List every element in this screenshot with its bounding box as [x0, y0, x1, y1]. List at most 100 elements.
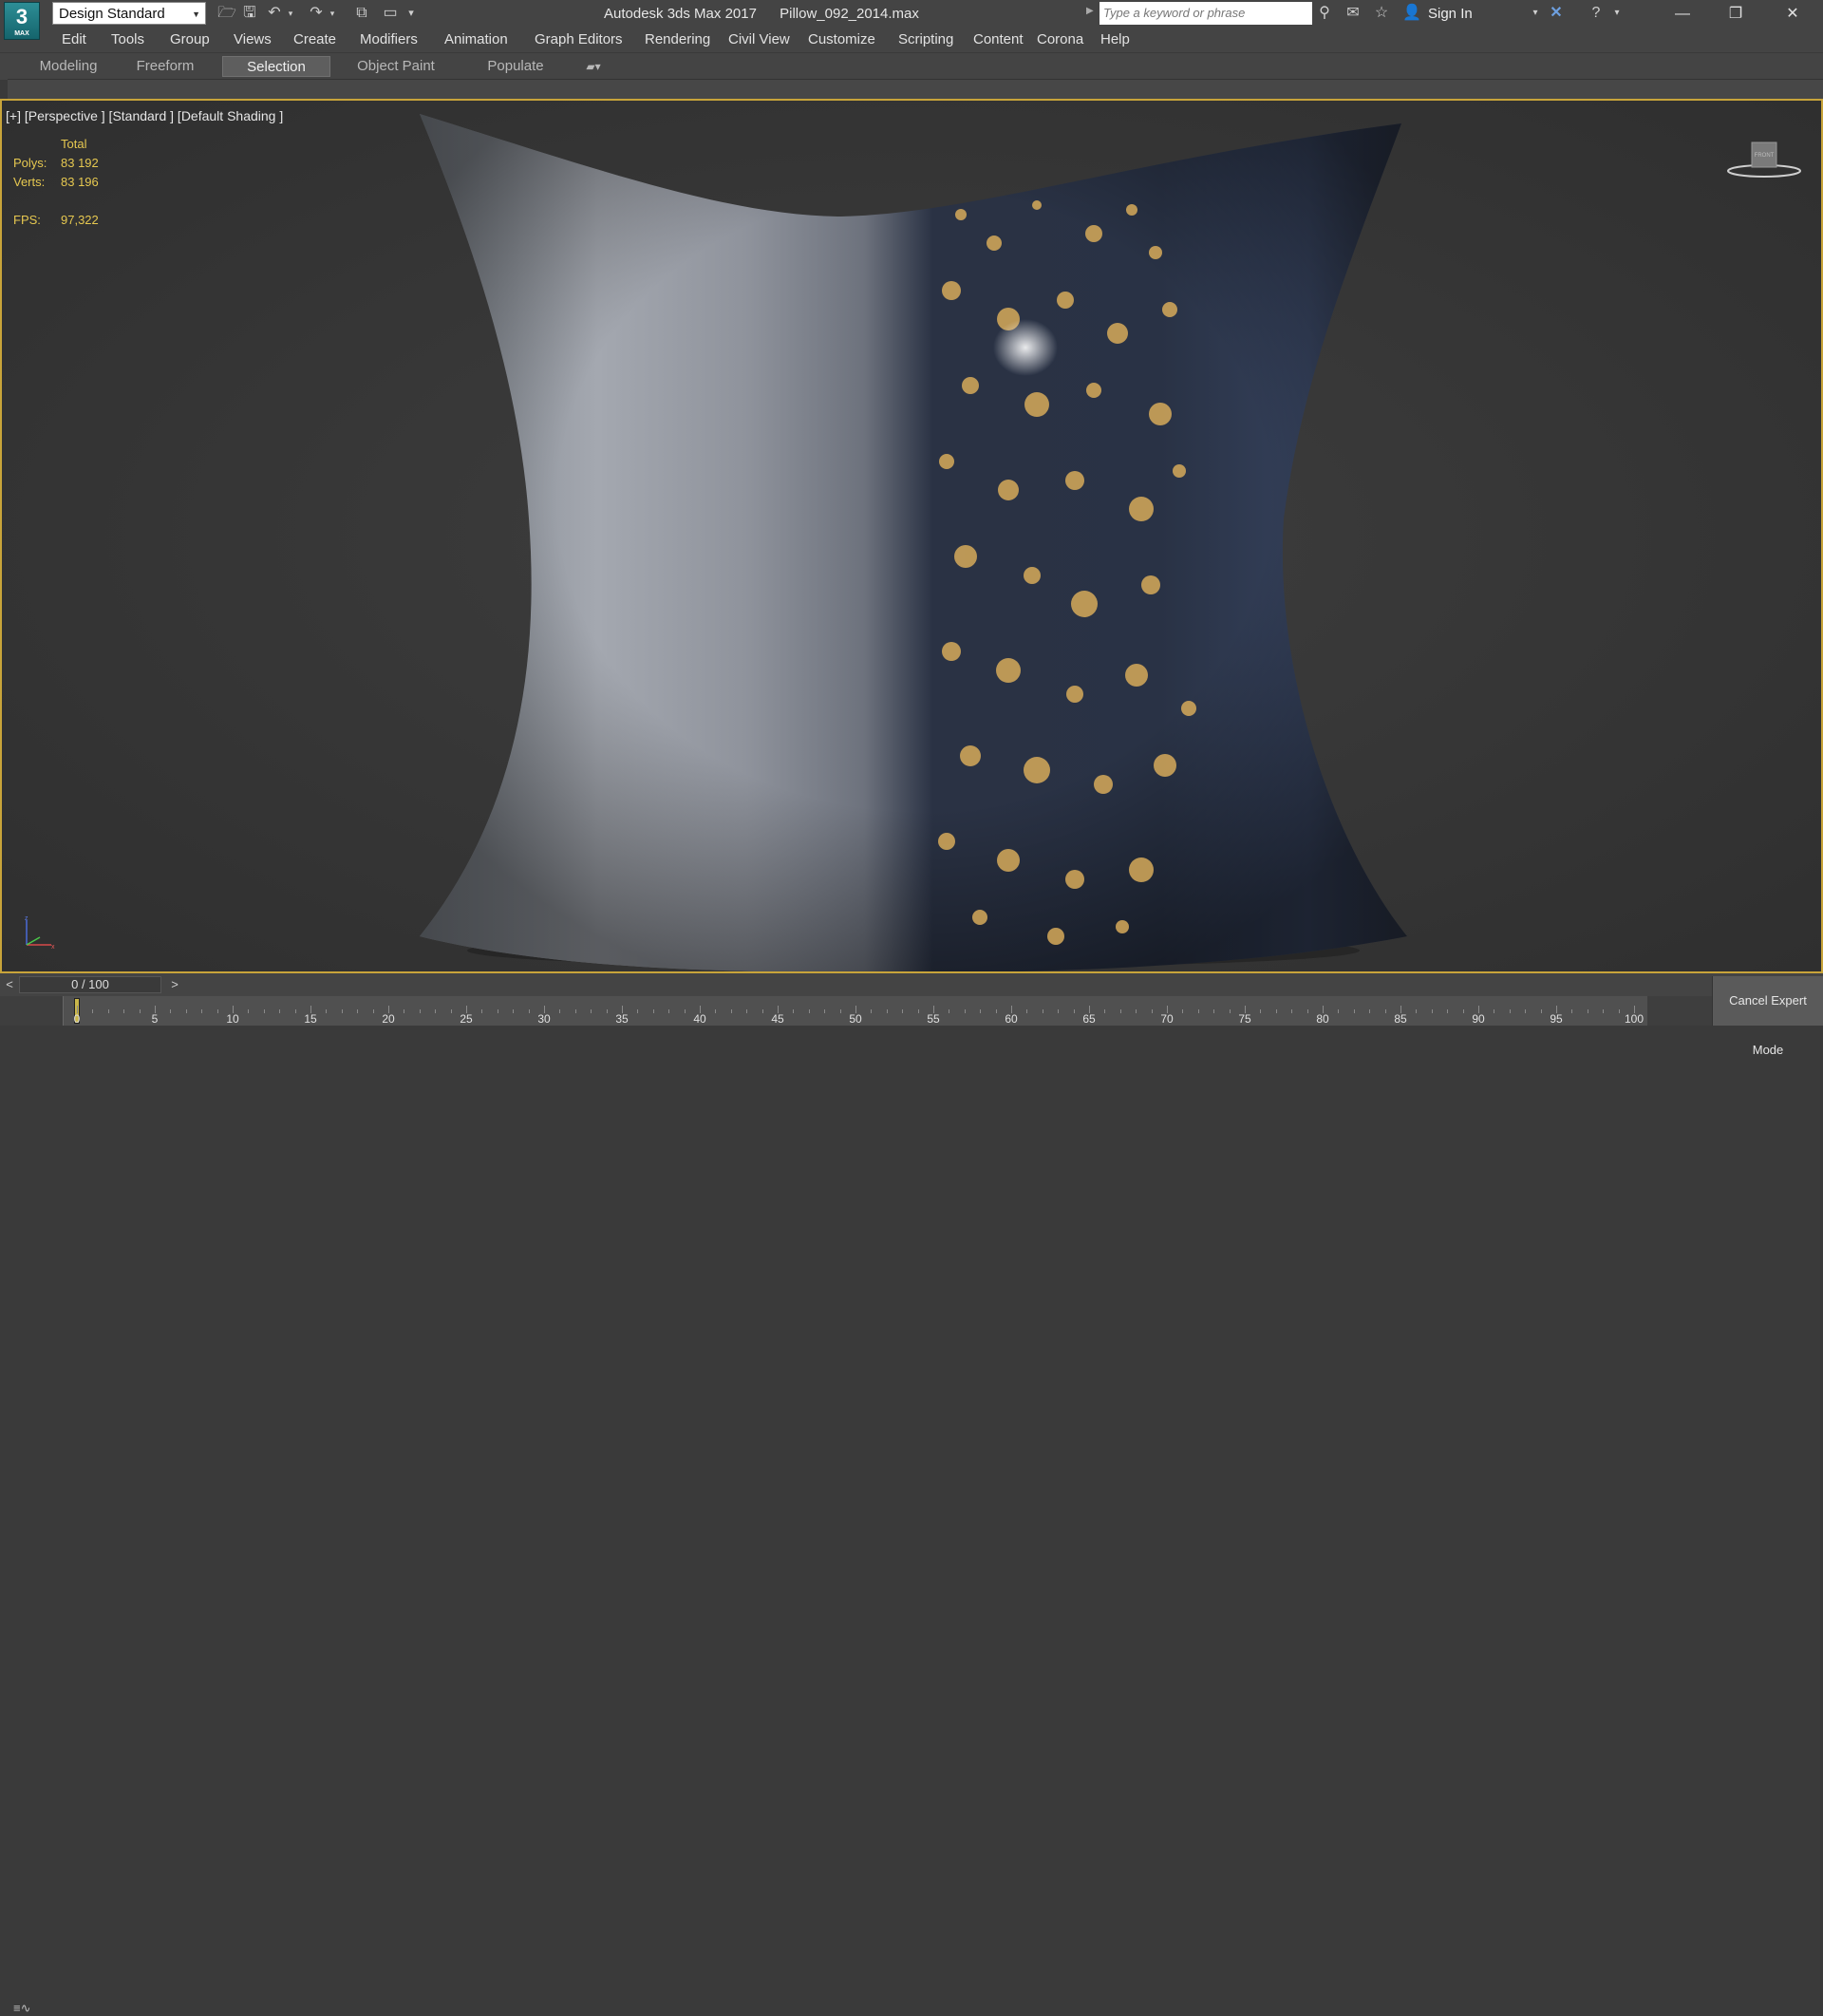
time-slider[interactable]: 0 / 100 — [19, 976, 161, 993]
timeline-tick — [1540, 1009, 1542, 1013]
menu-rendering[interactable]: Rendering — [645, 28, 710, 52]
timeline-tick — [1447, 1009, 1449, 1013]
timeline-ruler[interactable]: 0 5 10 15 20 25 30 35 40 45 50 55 60 65 70 75 80 85 90 95 10… — [63, 996, 1647, 1026]
star-icon[interactable]: ☆ — [1371, 3, 1392, 24]
search-input[interactable]: Type a keyword or phrase — [1099, 2, 1312, 25]
tab-modeling[interactable]: Modeling — [17, 56, 120, 77]
timeline-tick — [357, 1009, 359, 1013]
timeline-tick — [574, 1009, 576, 1013]
menu-customize[interactable]: Customize — [808, 28, 875, 52]
timeline-tick-label: 85 — [1394, 1012, 1407, 1026]
ribbon: Modeling Freeform Selection Object Paint… — [0, 52, 1823, 80]
time-prev-button[interactable]: < — [2, 976, 17, 993]
sign-in-dropdown-icon[interactable]: ▾ — [1525, 3, 1546, 24]
communication-center-icon[interactable]: ✉ — [1343, 3, 1363, 24]
timeline-tick — [1416, 1009, 1418, 1013]
menu-edit[interactable]: Edit — [62, 28, 86, 52]
x-exchange-icon[interactable]: ✕ — [1546, 3, 1567, 24]
viewport-label[interactable]: [+] [Perspective ] [Standard ] [Default … — [6, 108, 283, 123]
open-file-icon[interactable]: 🗁 — [216, 3, 237, 24]
timeline-tick-label: 80 — [1316, 1012, 1329, 1026]
redo-dropdown-icon[interactable]: ▾ — [327, 3, 338, 24]
timeline-tick — [1571, 1009, 1573, 1013]
workspace-dropdown[interactable]: Design Standard ▼ — [52, 2, 206, 25]
workspace-icon[interactable]: ▭ — [380, 3, 401, 24]
perspective-viewport[interactable]: [+] [Perspective ] [Standard ] [Default … — [0, 99, 1823, 973]
app-logo-button[interactable]: 3 MAX — [4, 2, 40, 40]
timeline-tick — [1151, 1009, 1153, 1013]
timeline-tick-label: 60 — [1005, 1012, 1018, 1026]
timeline-tick — [917, 1009, 919, 1013]
cancel-expert-mode-button[interactable]: Cancel Expert Mode — [1712, 976, 1823, 1057]
redo-icon[interactable]: ↷ — [306, 3, 327, 24]
timeline-tick — [808, 1009, 810, 1013]
ribbon-options-icon[interactable]: ▰▾ — [577, 56, 610, 77]
menu-animation[interactable]: Animation — [444, 28, 508, 52]
viewcube[interactable]: FRONT — [1726, 139, 1802, 182]
timeline-tick — [980, 1009, 982, 1013]
tab-object-paint[interactable]: Object Paint — [344, 56, 448, 77]
time-next-button[interactable]: > — [167, 976, 182, 993]
tab-freeform[interactable]: Freeform — [120, 56, 211, 77]
customize-quick-access-icon[interactable]: ▾ — [404, 3, 418, 24]
menu-group[interactable]: Group — [170, 28, 210, 52]
timeline-tick-label: 0 — [73, 1012, 81, 1026]
timeline-tick — [668, 1009, 670, 1013]
mini-curve-editor-icon[interactable]: ≡∿ — [13, 2001, 30, 2016]
menu-graph-editors[interactable]: Graph Editors — [535, 28, 623, 52]
timeline-tick — [1431, 1009, 1433, 1013]
sign-in-button[interactable]: Sign In — [1428, 0, 1473, 28]
timeline-tick — [201, 1009, 203, 1013]
timeline-tick — [279, 1009, 281, 1013]
timeline-tick — [1182, 1009, 1184, 1013]
timeline-tick — [528, 1009, 530, 1013]
restore-button[interactable]: ❐ — [1709, 0, 1762, 28]
menu-tools[interactable]: Tools — [111, 28, 144, 52]
timeline-tick — [294, 1009, 296, 1013]
help-dropdown-icon[interactable]: ▾ — [1607, 3, 1627, 24]
undo-icon[interactable]: ↶ — [264, 3, 285, 24]
svg-text:z: z — [25, 915, 28, 922]
menu-content[interactable]: Content — [973, 28, 1024, 52]
timeline-tick — [123, 1009, 125, 1013]
save-icon[interactable]: 🖫 — [239, 3, 260, 24]
timeline-tick — [1119, 1009, 1121, 1013]
project-icon[interactable]: ⧉ — [351, 3, 372, 24]
search-expand-icon[interactable]: ▶ — [1086, 6, 1094, 16]
timeline-tick — [341, 1009, 343, 1013]
timeline-tick-label: 40 — [693, 1012, 706, 1026]
close-button[interactable]: ✕ — [1766, 0, 1819, 28]
undo-dropdown-icon[interactable]: ▾ — [285, 3, 296, 24]
timeline-tick — [481, 1009, 483, 1013]
timeline-tick — [1338, 1009, 1340, 1013]
menu-scripting[interactable]: Scripting — [898, 28, 953, 52]
menu-create[interactable]: Create — [293, 28, 336, 52]
user-icon[interactable]: 👤 — [1401, 3, 1422, 24]
timeline-tick — [1275, 1009, 1277, 1013]
timeline-tick — [1026, 1009, 1028, 1013]
menu-help[interactable]: Help — [1100, 28, 1130, 52]
verts-label: Verts: — [13, 175, 46, 189]
timeline-tick — [450, 1009, 452, 1013]
help-icon[interactable]: ? — [1586, 3, 1607, 24]
fps-value: 97,322 — [61, 213, 99, 227]
menu-corona[interactable]: Corona — [1037, 28, 1083, 52]
timeline-tick — [746, 1009, 748, 1013]
menu-views[interactable]: Views — [234, 28, 272, 52]
timeline-tick — [1509, 1009, 1511, 1013]
tab-selection[interactable]: Selection — [222, 56, 330, 77]
timeline-tick — [513, 1009, 515, 1013]
binoculars-icon[interactable]: ⚲ — [1314, 3, 1335, 24]
polys-value: 83 192 — [61, 156, 99, 170]
timeline-tick — [139, 1009, 141, 1013]
minimize-button[interactable]: — — [1656, 0, 1709, 28]
timeline-tick — [263, 1009, 265, 1013]
menu-civil-view[interactable]: Civil View — [728, 28, 790, 52]
menu-modifiers[interactable]: Modifiers — [360, 28, 418, 52]
polys-label: Polys: — [13, 156, 47, 170]
tab-populate[interactable]: Populate — [465, 56, 566, 77]
timeline-tick-label: 25 — [460, 1012, 473, 1026]
timeline-tick — [1603, 1009, 1605, 1013]
timeline-tick — [1384, 1009, 1386, 1013]
ribbon-panel — [8, 79, 1823, 99]
